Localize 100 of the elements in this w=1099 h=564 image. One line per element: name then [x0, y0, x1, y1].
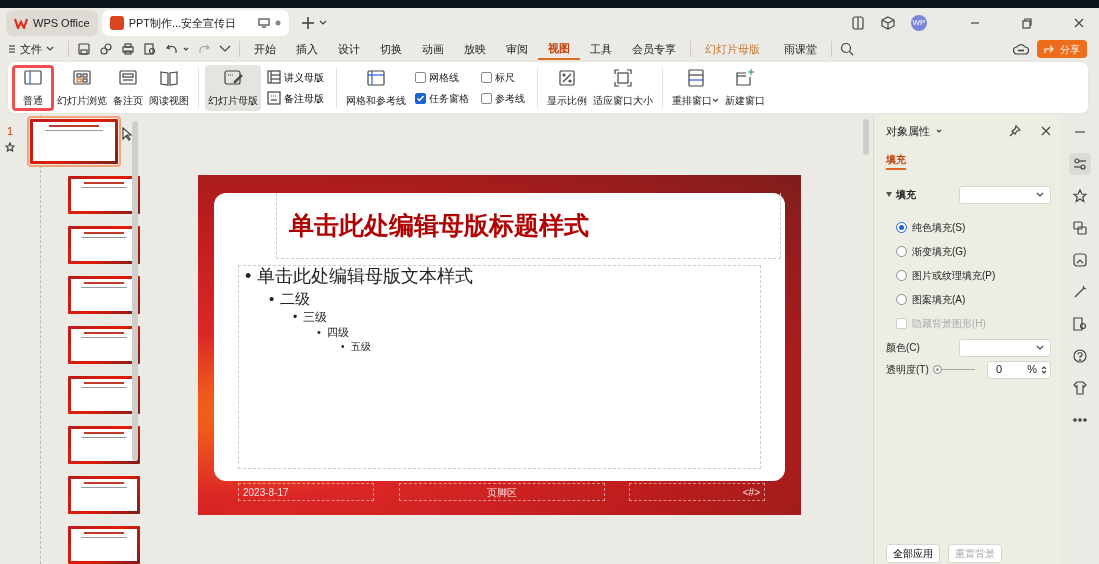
share-icon [1044, 44, 1056, 54]
file-menu[interactable]: 文件 [8, 38, 64, 60]
print-icon[interactable] [121, 42, 135, 56]
restore-icon[interactable] [1021, 17, 1033, 29]
slide-thumbnail[interactable] [68, 326, 140, 365]
copy-icon[interactable] [1072, 220, 1088, 236]
checkbox[interactable] [481, 71, 492, 83]
checkbox-label[interactable]: 任务窗格 [429, 90, 469, 106]
menu-tab[interactable]: 插入 [286, 38, 328, 60]
menu-tab[interactable]: 设计 [328, 38, 370, 60]
percent-icon [557, 67, 577, 88]
close-icon[interactable] [1041, 126, 1051, 137]
undo-icon[interactable] [165, 42, 179, 56]
ribbon-button[interactable]: 普通 [12, 64, 54, 111]
ribbon-button[interactable]: 幻灯片浏览 [54, 64, 110, 111]
radio-label[interactable]: 图案填充(A) [912, 291, 966, 307]
slide-thumbnail[interactable] [68, 176, 140, 215]
radio-button[interactable] [896, 293, 907, 305]
checkbox-label[interactable]: 网格线 [429, 69, 459, 85]
star-icon[interactable] [1072, 188, 1088, 204]
ribbon-button[interactable]: 显示比例 [544, 64, 590, 111]
menu-icon [8, 44, 16, 54]
slide-thumbnail[interactable] [68, 376, 140, 415]
bullet-text: 四级 [326, 326, 349, 340]
sliders-icon[interactable] [1072, 156, 1088, 172]
chevron-icon[interactable] [219, 45, 231, 53]
checkbox[interactable] [415, 92, 426, 104]
slider-thumb[interactable] [932, 365, 942, 374]
magic-wand-icon[interactable] [1072, 284, 1088, 300]
menu-tab[interactable]: 切换 [370, 38, 412, 60]
slide-thumbnail[interactable] [68, 476, 140, 514]
shirt-icon[interactable] [1072, 380, 1088, 396]
panel-tab[interactable]: 填充 [886, 151, 906, 170]
panel-button[interactable]: 全部应用 [886, 544, 940, 563]
ribbon-button[interactable]: 备注页 [110, 64, 146, 111]
title-placeholder[interactable]: 单击此处编辑母版标题样式 [276, 193, 781, 259]
window-tab[interactable]: PPT制作...安全宣传日 [101, 10, 290, 36]
ribbon-button[interactable]: 讲义母版 [265, 68, 326, 86]
link-icon[interactable] [99, 42, 113, 56]
date-placeholder[interactable]: 2023-8-17 [238, 483, 374, 501]
checkbox-label[interactable]: 参考线 [495, 90, 525, 106]
color-dropdown[interactable] [959, 338, 1051, 357]
pin-icon[interactable] [1009, 125, 1021, 138]
tablet-icon[interactable] [851, 16, 865, 30]
menu-tab[interactable]: 放映 [454, 38, 496, 60]
preview-icon[interactable] [143, 42, 157, 56]
number-placeholder[interactable]: <#> [629, 483, 765, 501]
bullet-icon: • [341, 341, 345, 354]
slide-thumbnail[interactable] [30, 119, 118, 165]
save-icon[interactable] [77, 42, 91, 56]
checkbox-label[interactable]: 标尺 [495, 69, 515, 85]
plus-icon [301, 16, 316, 30]
checkbox-label: 隐藏背景图形(H) [912, 316, 986, 331]
slide-thumbnail[interactable] [68, 426, 140, 465]
radio-button[interactable] [896, 269, 907, 281]
menu-tab[interactable]: 会员专享 [622, 38, 686, 60]
ribbon-button[interactable]: 适应窗口大小 [590, 64, 656, 111]
menu-tab[interactable]: 工具 [580, 38, 622, 60]
cursor-icon [122, 127, 132, 142]
stacked-windows-icon [685, 67, 706, 88]
help-icon[interactable] [1072, 348, 1088, 364]
cube-icon[interactable] [881, 16, 895, 30]
slide-number: 1 [6, 124, 14, 139]
radio-button[interactable] [896, 245, 907, 257]
slide-thumbnail[interactable] [68, 276, 140, 315]
ribbon-button[interactable]: 备注母版 [265, 89, 326, 107]
footer-placeholder[interactable]: 页脚区 [398, 483, 605, 501]
handout-icon [267, 70, 281, 84]
ribbon-button[interactable]: 新建窗口 [722, 64, 768, 111]
menu-tab[interactable]: 雨课堂 [774, 38, 827, 60]
notes-icon [267, 91, 281, 105]
chevron-icon [1036, 345, 1044, 350]
radio-label[interactable]: 渐变填充(G) [912, 243, 967, 259]
search-icon[interactable] [840, 42, 854, 56]
menu-tab[interactable]: 动画 [412, 38, 454, 60]
checkbox[interactable] [415, 71, 426, 83]
checkbox[interactable] [481, 92, 492, 104]
slider[interactable] [932, 365, 975, 374]
window-tab[interactable]: WPS Office [6, 10, 98, 36]
ribbon-button[interactable]: 重排窗口 [669, 64, 722, 111]
radio-button[interactable] [896, 221, 907, 233]
menu-tab[interactable]: 审阅 [496, 38, 538, 60]
slide-thumbnail[interactable] [68, 226, 140, 265]
close-icon[interactable] [1073, 17, 1085, 29]
ribbon-button[interactable]: 阅读视图 [146, 64, 192, 111]
slide-thumbnail[interactable] [68, 526, 140, 564]
bullet-text: 二级 [280, 289, 311, 308]
new-tab-button[interactable] [301, 16, 328, 30]
ribbon-button[interactable]: 网格和参考线 [343, 64, 409, 111]
spin-field[interactable]: 0 % [987, 360, 1051, 379]
field-label: 透明度(T) [886, 363, 929, 377]
radio-label[interactable]: 图片或纹理填充(P) [912, 267, 996, 283]
dot-icon [275, 20, 282, 26]
expand-icon [886, 192, 892, 197]
menu-tab[interactable]: 开始 [244, 38, 286, 60]
menu-tab[interactable]: 视图 [538, 38, 580, 60]
radio-label[interactable]: 纯色填充(S) [912, 219, 966, 235]
ribbon-button[interactable]: 幻灯片母版 [205, 64, 261, 111]
field-label: 颜色(C) [886, 341, 920, 355]
cloud-icon[interactable] [1013, 42, 1029, 56]
